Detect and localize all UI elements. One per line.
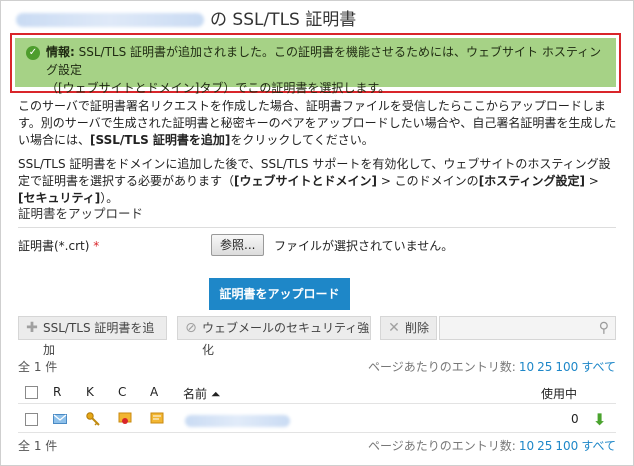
ca-certificate-icon [150, 412, 164, 424]
certificate-name-redacted[interactable] [185, 415, 290, 427]
column-name[interactable]: 名前 ⏶ [183, 385, 220, 402]
secure-webmail-button[interactable]: ⊘ ウェブメールのセキュリティ強化 [177, 316, 371, 357]
page-title: の SSL/TLS 証明書 [16, 5, 356, 30]
key-icon [86, 412, 100, 426]
per-page-100[interactable]: 100 [555, 360, 578, 374]
help-text: SSL/TLS 証明書をドメインに追加した後で、SSL/TLS サポートを有効化… [18, 157, 611, 205]
select-all-checkbox[interactable] [25, 386, 38, 399]
certificate-field-label: 証明書(*.crt) * [18, 239, 100, 253]
prohibited-icon: ⊘ [185, 320, 197, 336]
per-page-10-bottom[interactable]: 10 [519, 439, 534, 453]
close-icon: ✕ [388, 320, 400, 336]
add-certificate-button[interactable]: ✚ SSL/TLS 証明書を追加 [18, 316, 167, 357]
download-arrow-icon[interactable]: ⬇ [593, 410, 606, 429]
column-c[interactable]: C [118, 385, 126, 399]
row-divider [18, 432, 616, 433]
upload-certificate-button[interactable]: 証明書をアップロード [209, 278, 350, 310]
alert-line-2: （[ウェブサイトとドメイン]タブ）でこの証明書を選択します。 [46, 81, 391, 95]
check-icon: ✓ [26, 46, 40, 60]
search-input[interactable]: ⚲ [439, 316, 616, 340]
column-in-use[interactable]: 使用中 [541, 385, 577, 402]
upload-section-heading: 証明書をアップロード [18, 203, 616, 228]
per-page-100-bottom[interactable]: 100 [555, 439, 578, 453]
per-page-25-bottom[interactable]: 25 [537, 439, 552, 453]
column-r[interactable]: R [53, 385, 61, 399]
alert-line-1: SSL/TLS 証明書が追加されました。この証明書を機能させるためには、ウェブサ… [46, 45, 602, 77]
info-alert: ✓ 情報: SSL/TLS 証明書が追加されました。この証明書を機能させるために… [15, 38, 616, 95]
certificate-icon [118, 412, 132, 424]
per-page-25[interactable]: 25 [537, 360, 552, 374]
mail-icon [53, 413, 67, 425]
no-file-text: ファイルが選択されていません。 [274, 239, 454, 253]
column-a[interactable]: A [150, 385, 158, 399]
pagination-bottom: ページあたりのエントリ数: 10 25 100 すべて [368, 439, 616, 453]
search-icon: ⚲ [598, 320, 609, 336]
browse-button[interactable]: 参照... [211, 234, 265, 256]
header-divider [18, 403, 616, 404]
toolbar: ✚ SSL/TLS 証明書を追加 ⊘ ウェブメールのセキュリティ強化 ✕ 削除 ⚲ [18, 316, 616, 357]
in-use-count: 0 [571, 412, 579, 426]
row-checkbox[interactable] [25, 413, 38, 426]
total-count-bottom: 全 1 件 [18, 439, 58, 453]
plus-icon: ✚ [26, 320, 38, 336]
required-mark: * [93, 239, 100, 253]
total-count: 全 1 件 [18, 360, 58, 374]
domain-name-redacted [16, 13, 204, 27]
per-page-all-bottom[interactable]: すべて [581, 439, 616, 453]
intro-text: このサーバで証明書署名リクエストを作成した場合、証明書ファイルを受信したらここか… [18, 99, 617, 147]
per-page-10[interactable]: 10 [519, 360, 534, 374]
column-k[interactable]: K [86, 385, 94, 399]
delete-button[interactable]: ✕ 削除 [380, 316, 437, 340]
alert-label: 情報: [46, 45, 75, 59]
per-page-all[interactable]: すべて [581, 360, 616, 374]
pagination-top: ページあたりのエントリ数: 10 25 100 すべて [368, 360, 616, 374]
